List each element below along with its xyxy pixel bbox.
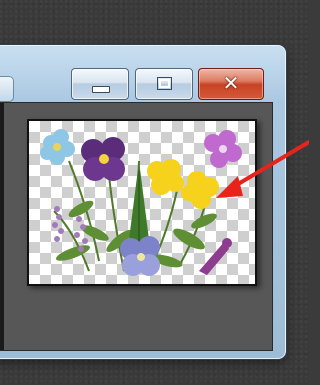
flower-thumbnail[interactable] xyxy=(27,119,257,286)
purple-sprig xyxy=(199,238,232,275)
content-edge xyxy=(0,103,4,350)
window-edge-tab xyxy=(0,76,14,102)
pressed-flowers-image xyxy=(40,129,242,276)
close-button[interactable]: ✕ xyxy=(198,68,264,100)
pink-flower xyxy=(204,130,242,168)
blue-flower xyxy=(40,129,75,165)
maximize-icon xyxy=(157,77,172,90)
app-window: ✕ xyxy=(0,45,286,359)
blue-pansy xyxy=(120,236,160,276)
minimize-icon xyxy=(92,86,110,93)
minimize-button[interactable] xyxy=(71,68,129,100)
window-content xyxy=(0,102,273,351)
purple-pansy xyxy=(81,137,125,181)
close-icon: ✕ xyxy=(222,71,240,95)
maximize-button[interactable] xyxy=(135,68,193,100)
yellow-flowers xyxy=(147,159,219,209)
title-bar[interactable]: ✕ xyxy=(0,46,285,104)
